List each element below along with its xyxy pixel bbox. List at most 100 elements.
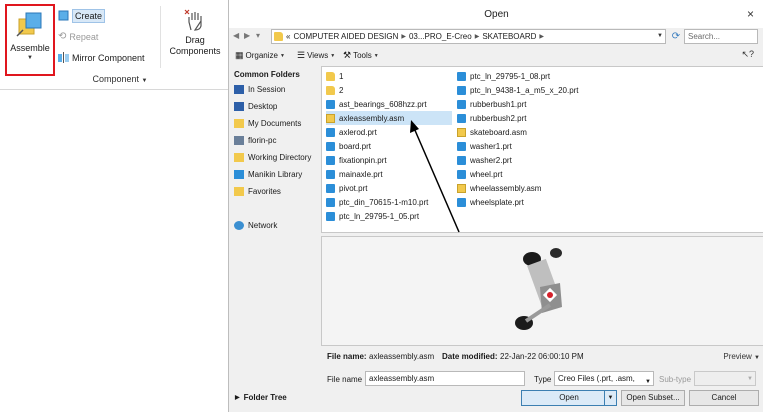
mirror-label: Mirror Component (72, 52, 145, 63)
part-file-icon (457, 169, 466, 179)
list-item[interactable]: rubberbush2.prt (457, 111, 526, 125)
list-item-selected[interactable]: axleassembly.asm (326, 111, 452, 125)
create-button[interactable]: Create (58, 8, 106, 23)
part-file-icon (457, 71, 466, 81)
list-item[interactable]: ptc_ln_29795-1_05.prt (326, 209, 419, 223)
type-label: Type (534, 375, 552, 384)
refresh-icon[interactable]: ⟳ (669, 30, 683, 44)
file-name: fixationpin.prt (339, 155, 387, 165)
chevron-right-icon: ▶ (235, 395, 240, 401)
folder-tree-toggle[interactable]: ▶ Folder Tree (235, 393, 287, 402)
component-group-label[interactable]: Component ▼ (60, 74, 180, 84)
list-item[interactable]: pivot.prt (326, 181, 367, 195)
status-file-name-label: File name: (327, 352, 367, 361)
sidebar-item-florin-pc[interactable]: florin-pc (234, 136, 276, 145)
sidebar-item-label: Working Directory (248, 153, 312, 162)
sidebar-item-my-documents[interactable]: My Documents (234, 119, 301, 128)
chevron-right-icon: ▶ (401, 34, 406, 40)
subtype-select[interactable]: ▼ (694, 371, 756, 386)
group-divider (160, 6, 161, 68)
file-name: wheelsplate.prt (470, 197, 524, 207)
mirror-component-button[interactable]: Mirror Component (58, 50, 145, 65)
file-name: ptc_ln_29795-1_08.prt (470, 71, 551, 81)
folder-icon (326, 71, 335, 81)
list-item[interactable]: 2 (326, 83, 343, 97)
cancel-button[interactable]: Cancel (689, 390, 759, 406)
list-item[interactable]: mainaxle.prt (326, 167, 383, 181)
common-folders-heading: Common Folders (234, 70, 300, 79)
assembly-file-icon (326, 113, 335, 123)
dialog-toolbar: ▦ Organize ▼ ☰ Views ▼ ⚒ Tools ▼ ↖? (229, 47, 763, 65)
list-item[interactable]: ast_bearings_608hzz.prt (326, 97, 427, 111)
breadcrumb-item[interactable]: SKATEBOARD (482, 32, 536, 41)
list-item[interactable]: washer1.prt (457, 139, 512, 153)
list-item[interactable]: wheelsplate.prt (457, 195, 524, 209)
folder-tree-label: Folder Tree (243, 393, 287, 402)
file-name: washer1.prt (470, 141, 512, 151)
history-dropdown-icon[interactable]: ▾ (256, 31, 260, 40)
assemble-icon (16, 12, 42, 37)
chevron-down-icon[interactable]: ▼ (604, 391, 616, 405)
open-button[interactable]: Open ▼ (521, 390, 617, 406)
repeat-button[interactable]: ⟲ Repeat (58, 29, 98, 44)
forward-icon[interactable]: ▶ (244, 31, 250, 40)
preview-label: Preview (723, 352, 752, 361)
list-item[interactable]: washer2.prt (457, 153, 512, 167)
sidebar-item-network[interactable]: Network (234, 221, 277, 230)
assemble-button[interactable]: Assemble ▼ (5, 4, 55, 76)
folder-icon (274, 32, 283, 41)
breadcrumb-item[interactable]: 03...PRO_E-Creo (409, 32, 472, 41)
list-item[interactable]: wheelassembly.asm (457, 181, 541, 195)
list-item[interactable]: ptc_ln_9438-1_a_m5_x_20.prt (457, 83, 579, 97)
list-item[interactable]: wheel.prt (457, 167, 502, 181)
sidebar-item-label: Desktop (248, 102, 278, 111)
open-subset-button[interactable]: Open Subset... (621, 390, 685, 406)
sidebar-item-manikin-library[interactable]: Manikin Library (234, 170, 302, 179)
list-item[interactable]: rubberbush1.prt (457, 97, 526, 111)
back-icon[interactable]: ◀ (233, 31, 239, 40)
chevron-down-icon[interactable]: ▼ (657, 33, 663, 39)
sidebar-item-desktop[interactable]: Desktop (234, 102, 277, 111)
part-file-icon (326, 155, 335, 165)
list-item[interactable]: axlerod.prt (326, 125, 377, 139)
chevron-down-icon[interactable]: ▼ (27, 55, 33, 61)
repeat-label: Repeat (69, 31, 99, 42)
breadcrumb-item[interactable]: COMPUTER AIDED DESIGN (293, 32, 398, 41)
address-field[interactable]: « COMPUTER AIDED DESIGN ▶ 03...PRO_E-Cre… (271, 29, 666, 44)
sidebar-item-label: Manikin Library (248, 170, 303, 179)
list-item[interactable]: fixationpin.prt (326, 153, 387, 167)
part-file-icon (326, 141, 335, 151)
sidebar-item-favorites[interactable]: Favorites (234, 187, 281, 196)
preview-toggle[interactable]: Preview ▼ (723, 352, 760, 361)
sidebar-item-label: My Documents (248, 119, 302, 128)
part-file-icon (457, 197, 466, 207)
search-input[interactable]: Search... (684, 29, 758, 44)
working-directory-icon (234, 153, 244, 162)
close-icon[interactable]: × (747, 7, 754, 21)
file-name: 2 (339, 85, 344, 95)
help-icon[interactable]: ↖? (741, 49, 754, 60)
list-item[interactable]: ptc_ln_29795-1_08.prt (457, 69, 550, 83)
organize-menu[interactable]: ▦ Organize ▼ (235, 50, 285, 61)
dialog-titlebar: Open × (229, 0, 763, 28)
part-file-icon (326, 197, 335, 207)
computer-icon (234, 136, 244, 145)
network-icon (234, 221, 244, 230)
list-item[interactable]: 1 (326, 69, 343, 83)
list-item[interactable]: board.prt (326, 139, 371, 153)
file-name-input[interactable]: axleassembly.asm (365, 371, 525, 386)
file-name: ptc_ln_9438-1_a_m5_x_20.prt (470, 85, 579, 95)
ellipsis-icon: « (286, 32, 291, 41)
chevron-right-icon: ▶ (474, 34, 480, 40)
list-item[interactable]: skateboard.asm (457, 125, 527, 139)
file-list: 1 2 ast_bearings_608hzz.prt axleassembly… (321, 66, 763, 233)
tools-menu[interactable]: ⚒ Tools ▼ (343, 50, 379, 61)
file-name: washer2.prt (470, 155, 512, 165)
sidebar-item-working-directory[interactable]: Working Directory (234, 153, 311, 162)
list-item[interactable]: ptc_din_70615-1-m10.prt (326, 195, 428, 209)
sidebar-item-in-session[interactable]: In Session (234, 85, 285, 94)
drag-components-button[interactable]: Drag Components (165, 8, 225, 57)
type-select[interactable]: Creo Files (.prt, .asm, ▼ (554, 371, 654, 386)
views-menu[interactable]: ☰ Views ▼ (297, 50, 335, 61)
folder-icon (326, 85, 335, 95)
